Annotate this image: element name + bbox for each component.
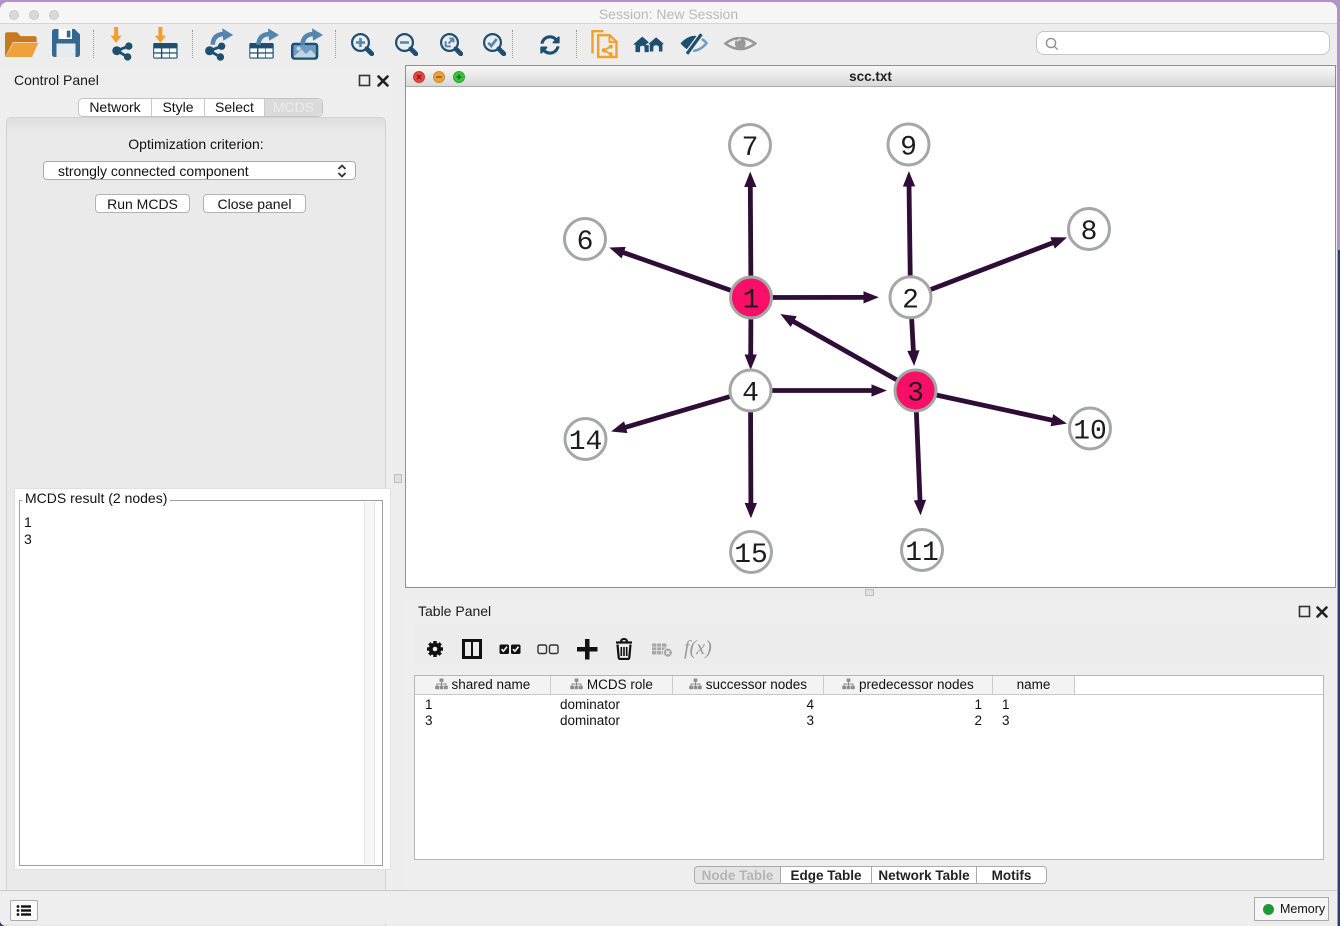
svg-text:9: 9 (900, 133, 917, 164)
svg-text:3: 3 (907, 379, 924, 410)
svg-text:6: 6 (577, 227, 594, 258)
svg-text:4: 4 (742, 379, 759, 410)
svg-text:11: 11 (905, 538, 939, 569)
svg-text:15: 15 (734, 540, 768, 571)
svg-text:10: 10 (1073, 417, 1107, 448)
svg-text:7: 7 (742, 133, 759, 164)
svg-text:14: 14 (569, 427, 603, 458)
svg-text:2: 2 (902, 285, 919, 316)
svg-text:f(x): f(x) (684, 638, 712, 659)
svg-text:1: 1 (743, 286, 760, 317)
svg-text:8: 8 (1081, 217, 1098, 248)
